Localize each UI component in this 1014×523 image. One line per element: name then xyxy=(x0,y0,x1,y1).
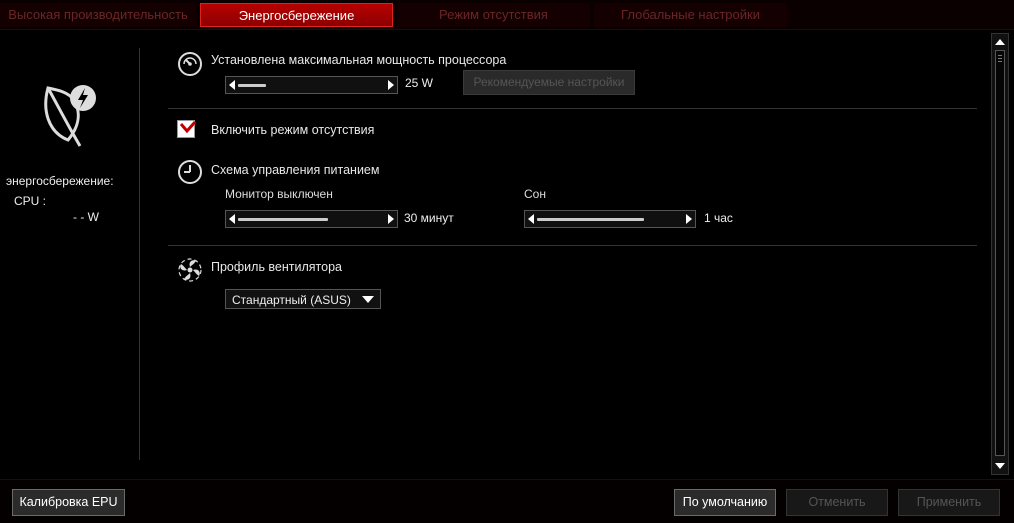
cancel-button[interactable]: Отменить xyxy=(786,489,888,516)
fan-profile-select[interactable]: Стандартный (ASUS) xyxy=(225,289,381,309)
recommended-settings-button[interactable]: Рекомендуемые настройки xyxy=(463,70,635,95)
cpu-power-value-label: 25 W xyxy=(405,76,434,90)
cpu-power-label: Установлена максимальная мощность процес… xyxy=(211,53,507,67)
tab-bar: Высокая производительность Энергосбереже… xyxy=(0,0,1014,30)
monitor-off-value: 30 минут xyxy=(404,211,454,225)
fan-icon xyxy=(177,257,203,283)
speedometer-icon xyxy=(177,51,203,77)
scroll-down-icon[interactable] xyxy=(994,460,1006,472)
divider xyxy=(168,108,977,109)
checkmark-icon xyxy=(180,121,196,134)
power-scheme-label: Схема управления питанием xyxy=(211,163,380,177)
default-button[interactable]: По умолчанию xyxy=(674,489,776,516)
apply-button[interactable]: Применить xyxy=(898,489,1000,516)
arrow-left-icon[interactable] xyxy=(229,214,235,224)
monitor-off-label: Монитор выключен xyxy=(225,187,333,201)
epu-calibration-button[interactable]: Калибровка EPU xyxy=(12,489,125,516)
away-mode-checkbox[interactable] xyxy=(177,120,196,138)
leaf-bolt-icon xyxy=(40,82,100,155)
slider-fill xyxy=(238,218,328,221)
cpu-power-value: - - W xyxy=(73,210,99,224)
divider xyxy=(168,245,977,246)
away-mode-label: Включить режим отсутствия xyxy=(211,123,375,137)
arrow-right-icon[interactable] xyxy=(388,80,394,90)
sleep-slider[interactable] xyxy=(524,210,696,228)
cpu-label: CPU : xyxy=(14,194,47,208)
sleep-value: 1 час xyxy=(704,211,733,225)
scrollbar[interactable] xyxy=(991,33,1009,475)
sleep-label: Сон xyxy=(524,187,546,201)
chevron-down-icon xyxy=(362,296,374,303)
tab-global-settings[interactable]: Глобальные настройки xyxy=(594,3,787,27)
tab-high-performance[interactable]: Высокая производительность xyxy=(0,3,196,27)
bottom-bar: Калибровка EPU По умолчанию Отменить При… xyxy=(0,479,1014,523)
arrow-right-icon[interactable] xyxy=(686,214,692,224)
scroll-up-icon[interactable] xyxy=(994,36,1006,48)
slider-fill xyxy=(537,218,644,221)
monitor-off-slider[interactable] xyxy=(225,210,398,228)
cpu-power-slider[interactable] xyxy=(225,76,398,94)
arrow-right-icon[interactable] xyxy=(388,214,394,224)
left-panel: энергосбережение: CPU : - - W xyxy=(0,48,140,460)
arrow-left-icon[interactable] xyxy=(229,80,235,90)
slider-fill xyxy=(238,84,266,87)
tab-power-saving[interactable]: Энергосбережение xyxy=(200,3,393,27)
power-saving-title: энергосбережение: xyxy=(6,174,114,188)
clock-icon xyxy=(177,159,203,185)
tab-away-mode[interactable]: Режим отсутствия xyxy=(397,3,590,27)
fan-profile-label: Профиль вентилятора xyxy=(211,260,342,274)
scrollbar-thumb[interactable] xyxy=(995,50,1005,456)
arrow-left-icon[interactable] xyxy=(528,214,534,224)
fan-profile-selected: Стандартный (ASUS) xyxy=(232,293,351,307)
